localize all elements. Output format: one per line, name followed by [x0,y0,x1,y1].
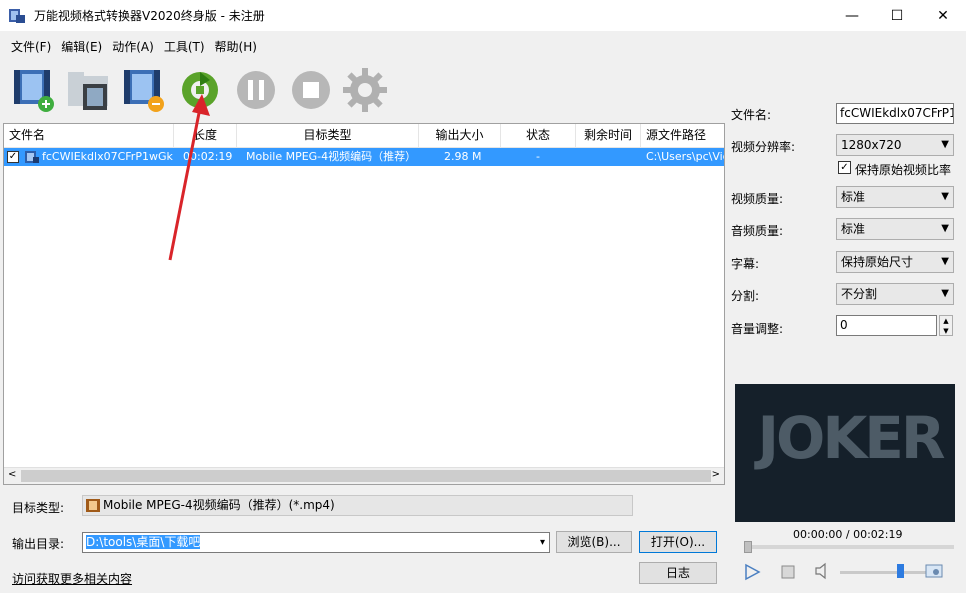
column-target[interactable]: 目标类型 [237,124,419,147]
menu-file[interactable]: 文件(F) [6,38,56,55]
row-size: 2.98 M [444,150,482,163]
column-status[interactable]: 状态 [501,124,576,147]
output-dir-label: 输出目录: [12,537,65,551]
menu-bar: 文件(F) 编辑(E) 动作(A) 工具(T) 帮助(H) [0,34,262,58]
resolution-label: 视频分辨率: [731,140,796,154]
poster-title: JOKER [757,404,945,472]
row-remaining [582,148,637,166]
split-value: 不分割 [841,287,878,301]
volume-label: 音量调整: [731,322,784,336]
chevron-down-icon: ▼ [941,139,949,150]
scroll-thumb[interactable] [21,470,711,482]
app-icon [9,8,25,23]
horizontal-scrollbar[interactable]: < > [4,467,724,484]
audio-quality-value: 标准 [841,222,866,236]
volume-spinner[interactable]: ▲ ▼ [939,315,953,336]
table-row[interactable]: ✓ fcCWIEkdlx07CFrP1wGk... 00:02:19 Mobil… [4,148,724,166]
filename-field[interactable]: fcCWIEkdlx07CFrP1wGl [836,103,954,124]
video-preview: JOKER [735,384,955,522]
volume-input[interactable]: 0 [836,315,937,336]
resolution-value: 1280x720 [841,138,902,152]
target-type-value: Mobile MPEG-4视频编码（推荐）(*.mp4) [103,498,335,512]
volume-slider[interactable] [840,571,930,574]
output-dir-value: D:\tools\桌面\下载吧 [86,535,201,549]
pause-icon[interactable] [232,66,280,114]
log-button[interactable]: 日志 [639,562,717,584]
add-video-icon[interactable] [10,66,58,114]
video-quality-value: 标准 [841,190,866,204]
row-target: Mobile MPEG-4视频编码（推荐） [246,150,417,163]
menu-tools[interactable]: 工具(T) [159,38,210,55]
target-type-label: 目标类型: [12,501,65,515]
menu-action[interactable]: 动作(A) [107,38,159,55]
title-bar: 万能视频格式转换器V2020终身版 - 未注册 — ☐ ✕ [0,0,966,31]
row-status: - [536,150,540,163]
dropdown-arrow-icon[interactable]: ▾ [540,533,545,552]
list-header: 文件名 长度 目标类型 输出大小 状态 剩余时间 源文件路径 [4,124,724,148]
film-icon [86,499,100,512]
audio-quality-select[interactable]: 标准 ▼ [836,218,954,240]
volume-icon[interactable] [814,562,832,580]
volume-slider-handle[interactable] [897,564,904,578]
minimize-button[interactable]: — [829,0,875,31]
stop-icon[interactable] [287,66,335,114]
toolbar [4,62,726,118]
chevron-down-icon: ▼ [941,256,949,267]
scroll-left-icon[interactable]: < [8,469,16,480]
menu-help[interactable]: 帮助(H) [210,38,262,55]
open-button[interactable]: 打开(O)... [639,531,717,553]
column-size[interactable]: 输出大小 [419,124,501,147]
settings-gear-icon[interactable] [341,66,389,114]
add-folder-icon[interactable] [65,66,113,114]
browse-button[interactable]: 浏览(B)... [556,531,632,553]
chevron-down-icon: ▼ [941,288,949,299]
window-title: 万能视频格式转换器V2020终身版 - 未注册 [34,9,265,23]
row-checkbox[interactable]: ✓ [7,151,19,163]
split-select[interactable]: 不分割 ▼ [836,283,954,305]
column-filename[interactable]: 文件名 [4,124,174,147]
file-list: 文件名 长度 目标类型 输出大小 状态 剩余时间 源文件路径 ✓ fcCWIEk… [3,123,725,485]
column-path[interactable]: 源文件路径 [641,124,724,147]
column-remaining[interactable]: 剩余时间 [576,124,641,147]
subtitle-select[interactable]: 保持原始尺寸 ▼ [836,251,954,273]
annotation-arrow-icon [168,94,210,261]
output-dir-field[interactable]: D:\tools\桌面\下载吧 ▾ [82,532,550,553]
subtitle-label: 字幕: [731,257,760,271]
filename-label: 文件名: [731,108,772,122]
maximize-button[interactable]: ☐ [874,0,920,31]
menu-edit[interactable]: 编辑(E) [56,38,107,55]
resolution-select[interactable]: 1280x720 ▼ [836,134,954,156]
play-icon[interactable] [743,563,761,581]
snapshot-icon[interactable] [924,562,944,580]
player-time: 00:00:00 / 00:02:19 [793,528,903,541]
close-button[interactable]: ✕ [920,0,966,31]
video-quality-select[interactable]: 标准 ▼ [836,186,954,208]
keep-ratio-checkbox[interactable]: ✓ [838,161,851,174]
stop-playback-icon[interactable] [779,563,797,581]
target-type-field[interactable]: Mobile MPEG-4视频编码（推荐）(*.mp4) [82,495,633,516]
row-path: C:\Users\pc\Vide [646,150,724,163]
video-file-icon [25,151,39,163]
row-filename: fcCWIEkdlx07CFrP1wGk... [42,150,174,163]
keep-ratio-label: 保持原始视频比率 [855,163,952,177]
chevron-down-icon: ▼ [941,191,949,202]
more-content-link[interactable]: 访问获取更多相关内容 [12,570,132,587]
scroll-right-icon[interactable]: > [712,469,720,480]
player-seek-handle[interactable] [744,541,752,553]
player-progress-track[interactable] [744,545,954,549]
video-quality-label: 视频质量: [731,192,784,206]
split-label: 分割: [731,289,760,303]
subtitle-value: 保持原始尺寸 [841,255,914,269]
chevron-down-icon: ▼ [941,223,949,234]
audio-quality-label: 音频质量: [731,224,784,238]
